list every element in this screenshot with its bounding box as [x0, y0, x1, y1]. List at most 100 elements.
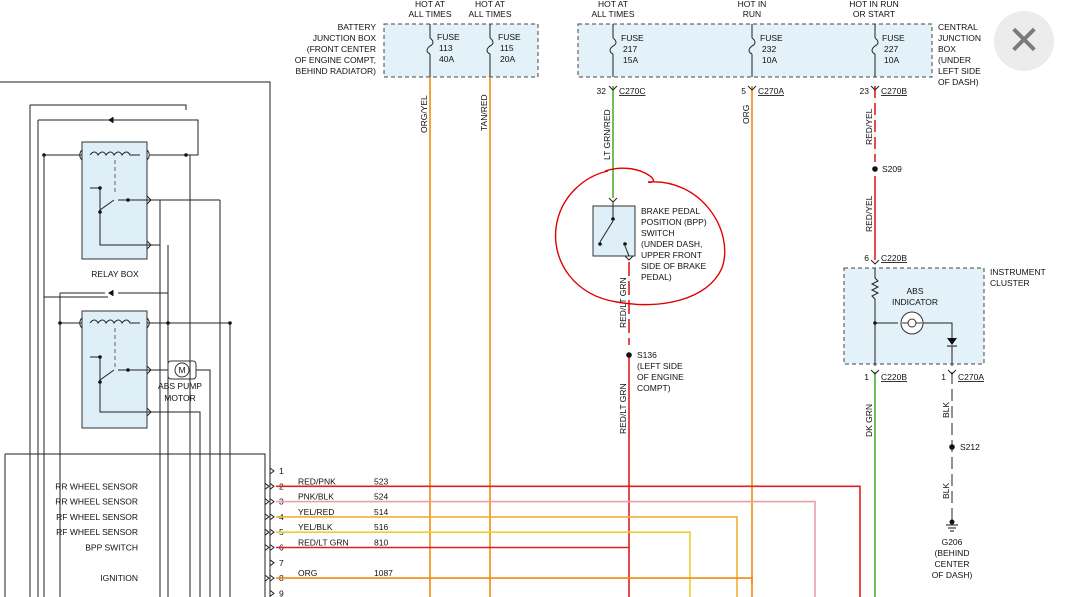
pin-circuit-number: 514 [374, 507, 388, 517]
ground-g206-label-4: OF DASH) [932, 570, 973, 580]
splice-s209-dot [872, 166, 878, 172]
bpp-switch: BRAKE PEDAL POSITION (BPP) SWITCH (UNDER… [592, 197, 707, 282]
c270a-label: C270A [758, 86, 784, 96]
instrument-cluster: INSTRUMENT CLUSTER ABS INDICATOR [843, 267, 1046, 366]
connector-c220b-bottom: 1 C220B [864, 369, 907, 382]
input-pin-row-4: 4RF WHEEL SENSOR YEL/RED 514 [56, 507, 738, 597]
input-pin-row-7: 7 [269, 558, 284, 568]
fuse-115-word: FUSE [498, 32, 521, 42]
splice-s136-label-1: S136 [637, 350, 657, 360]
hot-label-fuse-217-1: HOT AT [598, 0, 628, 9]
connector-c270b: 23 C270B [860, 85, 907, 96]
hot-label-fuse-115-2: ALL TIMES [469, 9, 512, 19]
pin-signal-name: IGNITION [100, 573, 138, 583]
ground-g206-label-3: CENTER [935, 559, 970, 569]
ground-g206-label-2: (BEHIND [935, 548, 970, 558]
wiring-diagram-viewer: BATTERY JUNCTION BOX (FRONT CENTER OF EN… [0, 0, 1066, 597]
fuse-227-num: 227 [884, 44, 898, 54]
central-box-label-2: JUNCTION [938, 33, 981, 43]
central-box-label-6: OF DASH) [938, 77, 979, 87]
bpp-label-5: UPPER FRONT [641, 250, 702, 260]
c270a-bottom-label: C270A [958, 372, 984, 382]
connector-c270a-bottom: 1 C270A [941, 369, 984, 382]
pin-circuit-number: 516 [374, 522, 388, 532]
fuse-115-amp: 20A [500, 54, 515, 64]
fuse-232-word: FUSE [760, 33, 783, 43]
fuse-232-num: 232 [762, 44, 776, 54]
pin-signal-name: RF WHEEL SENSOR [56, 512, 138, 522]
bpp-label-4: (UNDER DASH, [641, 239, 702, 249]
fuse-232-amp: 10A [762, 55, 777, 65]
input-pin-row-9: 9 [269, 588, 284, 597]
splice-s136-dot [626, 352, 632, 358]
splice-s136-label-2: (LEFT SIDE [637, 361, 683, 371]
c270a-bottom-pin: 1 [941, 372, 946, 382]
relay-box-label: RELAY BOX [91, 269, 139, 279]
splice-s212-dot [949, 444, 955, 450]
close-button[interactable]: ✕ [994, 11, 1054, 71]
hot-label-fuse-227-2: OR START [853, 9, 895, 19]
battery-box-label-2: JUNCTION BOX [313, 33, 377, 43]
bpp-label-7: PEDAL) [641, 272, 672, 282]
input-pin-row-8: 8IGNITION ORG 1087 [100, 568, 753, 597]
c220b-bottom-label: C220B [881, 372, 907, 382]
pin-wire-color: ORG [298, 568, 317, 578]
splice-s209-label: S209 [882, 164, 902, 174]
hot-label-fuse-232-2: RUN [743, 9, 761, 19]
pin-number: 7 [279, 558, 284, 568]
hot-label-fuse-113-2: ALL TIMES [409, 9, 452, 19]
c270a-pin: 5 [741, 86, 746, 96]
pin-signal-name: RF WHEEL SENSOR [56, 527, 138, 537]
hot-label-fuse-217-2: ALL TIMES [592, 9, 635, 19]
label-dk-grn: DK GRN [864, 404, 874, 437]
ground-g206-dot [949, 519, 955, 525]
label-red-yel-1: RED/YEL [864, 108, 874, 145]
input-pin-row-3: 3RR WHEEL SENSOR PNK/BLK 524 [55, 492, 816, 597]
connector-c220b-top: 6 C220B [864, 253, 907, 265]
battery-box-label-1: BATTERY [338, 22, 377, 32]
label-red-lt-grn-2: RED/LT GRN [618, 383, 628, 434]
label-red-yel-2: RED/YEL [864, 195, 874, 232]
fuse-217-word: FUSE [621, 33, 644, 43]
fuse-113-amp: 40A [439, 54, 454, 64]
central-box-label-3: BOX [938, 44, 956, 54]
input-pin-row-1: 1 [269, 466, 284, 476]
hot-label-fuse-115-1: HOT AT [475, 0, 505, 9]
battery-box-label-3: (FRONT CENTER [307, 44, 376, 54]
pin-circuit-number: 810 [374, 538, 388, 548]
bpp-label-1: BRAKE PEDAL [641, 206, 700, 216]
cluster-label-1: INSTRUMENT [990, 267, 1046, 277]
central-box-label-1: CENTRAL [938, 22, 978, 32]
pin-wire [276, 516, 738, 597]
pin-number: 9 [279, 588, 284, 597]
c220b-bottom-pin: 1 [864, 372, 869, 382]
central-box-label-4: (UNDER [938, 55, 971, 65]
bpp-label-3: SWITCH [641, 228, 675, 238]
fuse-115-num: 115 [500, 43, 514, 53]
label-blk-1: BLK [941, 402, 951, 418]
pin-wire [276, 500, 816, 597]
c270b-label: C270B [881, 86, 907, 96]
pin-wire-color: YEL/RED [298, 507, 334, 517]
c220b-top-label: C220B [881, 253, 907, 263]
c220b-top-pin: 6 [864, 253, 869, 263]
label-org: ORG [741, 105, 751, 124]
hot-label-fuse-227-1: HOT IN RUN [849, 0, 898, 9]
fuse-227-word: FUSE [882, 33, 905, 43]
bpp-label-2: POSITION (BPP) [641, 217, 707, 227]
label-lt-grn-red: LT GRN/RED [602, 109, 612, 160]
ground-g206: G206 (BEHIND CENTER OF DASH) [932, 519, 973, 580]
pin-wire [276, 577, 753, 597]
label-tan-red: TAN/RED [479, 94, 489, 131]
abs-indicator-label-1: ABS [906, 286, 923, 296]
pin-wire-color: RED/LT GRN [298, 538, 349, 548]
pin-number: 1 [279, 466, 284, 476]
fuse-113-num: 113 [439, 43, 453, 53]
input-pin-row-5: 5RF WHEEL SENSOR YEL/BLK 516 [56, 522, 691, 597]
module-input-pins: 12RR WHEEL SENSOR RED/PNK 5233RR WHEEL SEN… [55, 466, 861, 597]
pin-circuit-number: 523 [374, 476, 388, 486]
ground-g206-label-1: G206 [942, 537, 963, 547]
splice-s136-label-3: OF ENGINE [637, 372, 684, 382]
close-icon: ✕ [1007, 18, 1041, 64]
central-junction-box: CENTRAL JUNCTION BOX (UNDER LEFT SIDE OF… [577, 22, 981, 87]
